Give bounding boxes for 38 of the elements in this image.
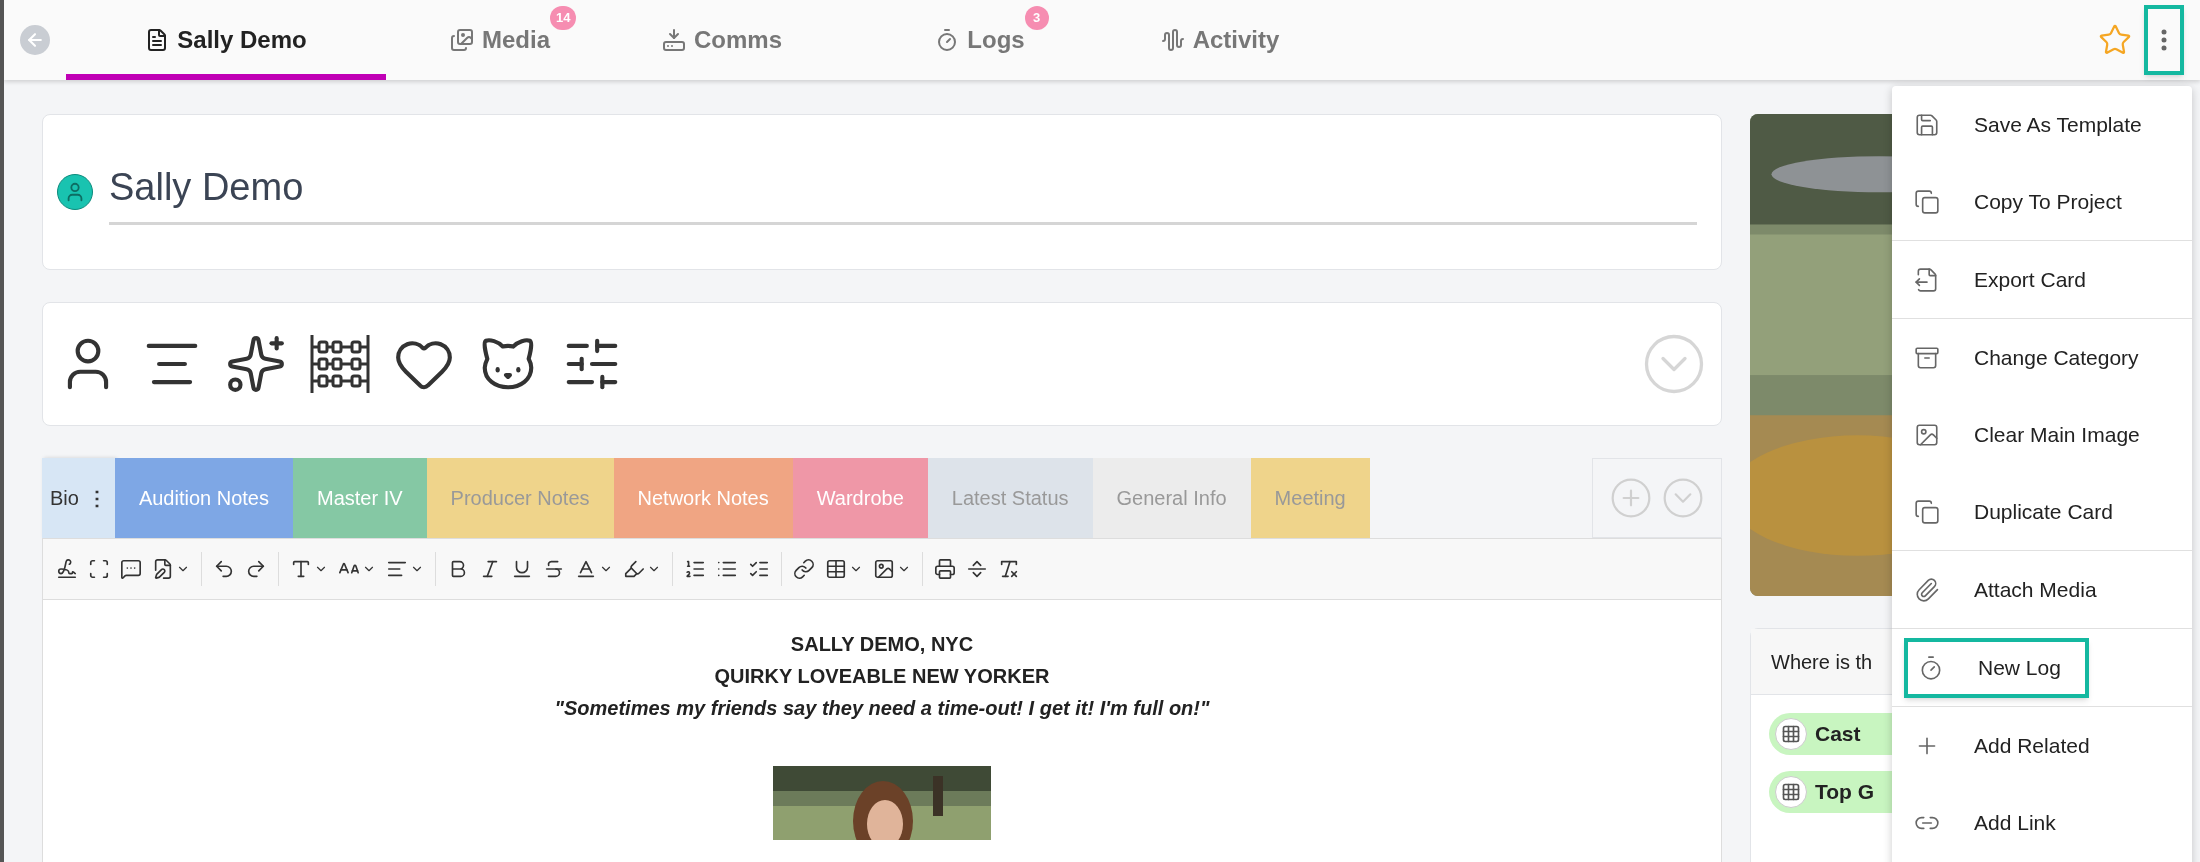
menu-item[interactable]: Change Category	[1904, 327, 2163, 388]
side-card-title: Where is th	[1771, 649, 1873, 675]
title-field[interactable]: Sally Demo	[109, 159, 1697, 225]
abacus-icon	[309, 333, 371, 395]
document-line: "Sometimes my friends say they need a time-out! I get it! I'm full on!"	[554, 696, 1210, 721]
menu-item[interactable]: Add Related	[1904, 715, 2114, 776]
image-icon	[1914, 421, 1940, 448]
nav-tab[interactable]: Logs 3	[830, 0, 1130, 80]
count-badge: 14	[550, 6, 577, 30]
menu-item[interactable]: New Log	[1904, 637, 2089, 698]
document-line: QUIRKY LOVEABLE NEW YORKER	[714, 664, 1050, 689]
menu-item[interactable]: Add Link	[1904, 792, 2080, 853]
waveform-icon	[1160, 28, 1185, 52]
table-icon	[1781, 724, 1801, 744]
note-tab[interactable]: Bio ⋮	[42, 458, 115, 538]
nav-tab[interactable]: Activity	[1130, 0, 1310, 80]
favorite-star-icon[interactable]	[2098, 23, 2132, 57]
menu-item[interactable]: Duplicate Card	[1904, 481, 2137, 542]
menu-item[interactable]: Save As Template	[1904, 94, 2166, 155]
nav-tab[interactable]: Comms	[614, 0, 830, 80]
menu-item[interactable]: Export Card	[1904, 249, 2111, 310]
menu-item[interactable]: Copy To Project	[1904, 171, 2146, 232]
more-dots-icon	[2161, 29, 2167, 51]
images-icon	[450, 28, 474, 52]
star-icon[interactable]	[225, 333, 287, 395]
nav-tab[interactable]: Media 14	[386, 0, 614, 80]
avatar-icon	[57, 174, 93, 210]
document-line: SALLY DEMO, NYC	[790, 632, 974, 657]
tab-menu-icon[interactable]: ⋮	[86, 483, 107, 513]
download-tray-icon	[662, 28, 686, 52]
paperclip-icon	[1914, 576, 1940, 603]
menu-item[interactable]: Attach Media	[1904, 559, 2121, 620]
table-icon	[1781, 782, 1801, 802]
nav-tab[interactable]: Sally Demo	[66, 0, 386, 80]
duplicate-icon	[1914, 498, 1940, 525]
copy-icon	[1914, 188, 1940, 215]
count-badge: 3	[1024, 6, 1049, 30]
menu-item[interactable]: Clear Main Image	[1904, 404, 2164, 465]
